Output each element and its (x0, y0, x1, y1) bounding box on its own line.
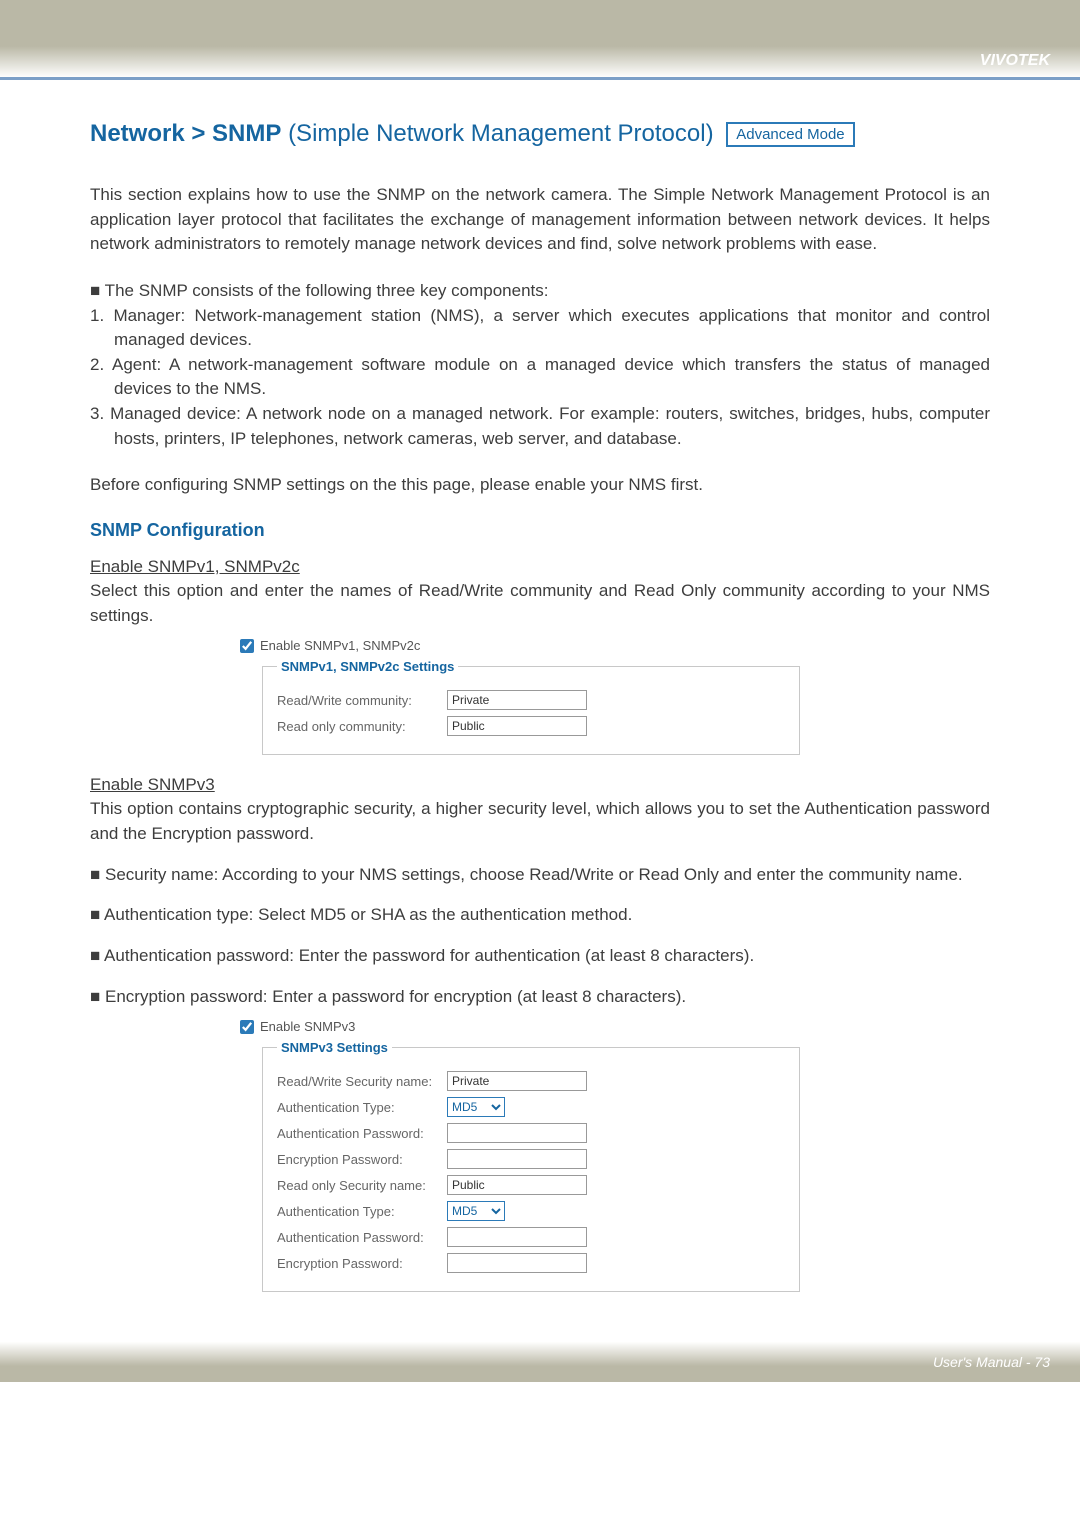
v3-desc: This option contains cryptographic secur… (90, 797, 990, 846)
advanced-mode-badge: Advanced Mode (726, 122, 854, 147)
v1v2c-legend: SNMPv1, SNMPv2c Settings (277, 659, 458, 674)
enable-v1v2c-checkbox[interactable] (240, 639, 254, 653)
before-note: Before configuring SNMP settings on the … (90, 473, 990, 498)
components-block: ■ The SNMP consists of the following thr… (90, 279, 990, 451)
rw-security-label: Read/Write Security name: (277, 1074, 447, 1089)
enable-v3-checkbox[interactable] (240, 1020, 254, 1034)
v1v2c-checkbox-label: Enable SNMPv1, SNMPv2c (260, 638, 420, 653)
auth-pw-input-2[interactable] (447, 1227, 587, 1247)
auth-type-select-1[interactable]: MD5 (447, 1097, 505, 1117)
page-subtitle: (Simple Network Management Protocol) (288, 120, 714, 147)
ro-community-label: Read only community: (277, 719, 447, 734)
enc-pw-input-2[interactable] (447, 1253, 587, 1273)
v3-heading: Enable SNMPv3 (90, 775, 990, 795)
enc-pw-label-1: Encryption Password: (277, 1152, 447, 1167)
auth-type-select-2[interactable]: MD5 (447, 1201, 505, 1221)
rw-community-input[interactable] (447, 690, 587, 710)
v3-bullet-4: ■ Encryption password: Enter a password … (90, 985, 990, 1010)
ro-security-label: Read only Security name: (277, 1178, 447, 1193)
auth-type-label-2: Authentication Type: (277, 1204, 447, 1219)
components-intro: ■ The SNMP consists of the following thr… (90, 279, 990, 304)
rw-security-input[interactable] (447, 1071, 587, 1091)
footer-text: User's Manual - 73 (933, 1354, 1050, 1370)
v3-panel: Enable SNMPv3 SNMPv3 Settings Read/Write… (240, 1019, 800, 1292)
ro-community-input[interactable] (447, 716, 587, 736)
v3-bullet-3: ■ Authentication password: Enter the pas… (90, 944, 990, 969)
breadcrumb: Network > SNMP (90, 120, 281, 147)
enc-pw-label-2: Encryption Password: (277, 1256, 447, 1271)
v1v2c-heading: Enable SNMPv1, SNMPv2c (90, 557, 990, 577)
footer-bar: User's Manual - 73 (0, 1342, 1080, 1382)
brand-label: VIVOTEK (980, 52, 1050, 70)
auth-pw-label-2: Authentication Password: (277, 1230, 447, 1245)
v3-legend: SNMPv3 Settings (277, 1040, 392, 1055)
rw-community-label: Read/Write community: (277, 693, 447, 708)
v1v2c-checkbox-row: Enable SNMPv1, SNMPv2c (240, 638, 800, 653)
v3-bullet-1: ■ Security name: According to your NMS s… (90, 863, 990, 888)
auth-pw-input-1[interactable] (447, 1123, 587, 1143)
snmp-config-heading: SNMP Configuration (90, 520, 990, 541)
page-content: Network > SNMP (Simple Network Managemen… (0, 80, 1080, 1342)
auth-type-label-1: Authentication Type: (277, 1100, 447, 1115)
enc-pw-input-1[interactable] (447, 1149, 587, 1169)
page-title: Network > SNMP (Simple Network Managemen… (90, 120, 990, 148)
v3-bullet-2: ■ Authentication type: Select MD5 or SHA… (90, 903, 990, 928)
header-bar: VIVOTEK (0, 0, 1080, 80)
intro-text: This section explains how to use the SNM… (90, 183, 990, 257)
auth-pw-label-1: Authentication Password: (277, 1126, 447, 1141)
v1v2c-fieldset: SNMPv1, SNMPv2c Settings Read/Write comm… (262, 659, 800, 755)
v3-fieldset: SNMPv3 Settings Read/Write Security name… (262, 1040, 800, 1292)
component-item-1: 1. Manager: Network-management station (… (90, 304, 990, 353)
component-item-2: 2. Agent: A network-management software … (90, 353, 990, 402)
v3-checkbox-label: Enable SNMPv3 (260, 1019, 355, 1034)
v1v2c-desc: Select this option and enter the names o… (90, 579, 990, 628)
v3-checkbox-row: Enable SNMPv3 (240, 1019, 800, 1034)
v1v2c-panel: Enable SNMPv1, SNMPv2c SNMPv1, SNMPv2c S… (240, 638, 800, 755)
component-item-3: 3. Managed device: A network node on a m… (90, 402, 990, 451)
ro-security-input[interactable] (447, 1175, 587, 1195)
